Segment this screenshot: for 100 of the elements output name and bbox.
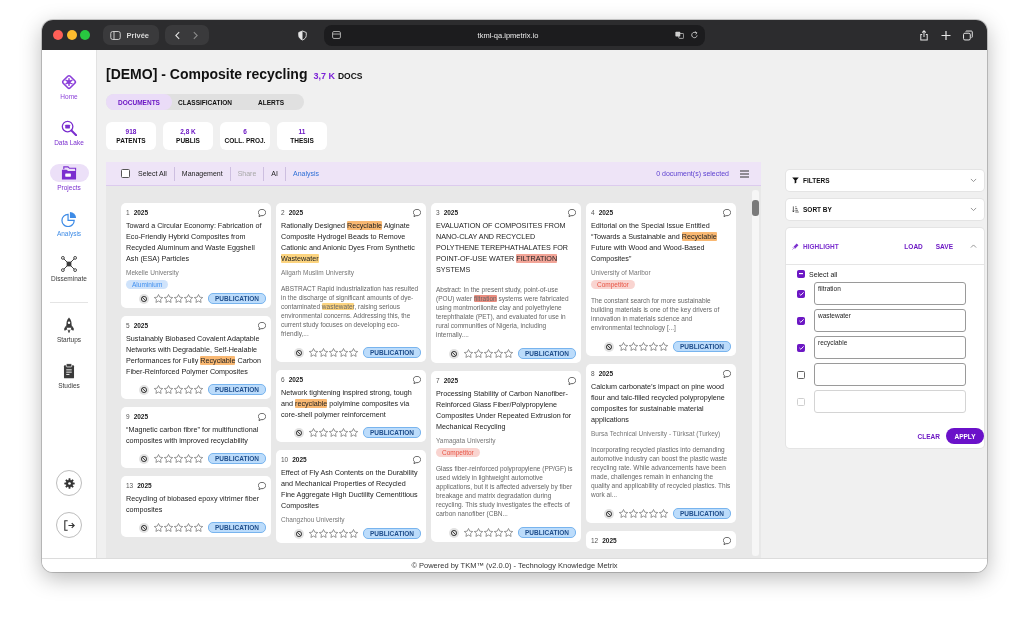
star-icon[interactable]: [184, 454, 193, 463]
star-icon[interactable]: [319, 428, 328, 437]
block-icon[interactable]: [294, 347, 304, 358]
settings-button[interactable]: [56, 470, 82, 496]
star-icon[interactable]: [349, 348, 358, 357]
star-rating[interactable]: [464, 349, 513, 358]
document-card[interactable]: [276, 203, 426, 362]
menu-icon[interactable]: [740, 169, 749, 178]
star-icon[interactable]: [309, 529, 318, 538]
star-icon[interactable]: [154, 523, 163, 532]
star-rating[interactable]: [154, 385, 203, 394]
block-icon[interactable]: [139, 293, 149, 304]
chevron-down-icon[interactable]: [970, 178, 977, 183]
comment-icon[interactable]: [258, 208, 266, 217]
star-icon[interactable]: [164, 294, 173, 303]
star-icon[interactable]: [309, 348, 318, 357]
star-icon[interactable]: [329, 348, 338, 357]
term-checkbox[interactable]: [797, 289, 805, 298]
star-icon[interactable]: [164, 454, 173, 463]
star-rating[interactable]: [619, 509, 668, 518]
document-card[interactable]: [586, 203, 736, 356]
comment-icon[interactable]: [413, 375, 421, 384]
block-icon[interactable]: [294, 427, 304, 438]
star-icon[interactable]: [329, 428, 338, 437]
star-icon[interactable]: [504, 349, 513, 358]
star-icon[interactable]: [194, 523, 203, 532]
document-card[interactable]: [431, 371, 581, 542]
star-icon[interactable]: [184, 385, 193, 394]
star-icon[interactable]: [309, 428, 318, 437]
block-icon[interactable]: [604, 341, 614, 352]
translate-icon[interactable]: [675, 31, 685, 39]
comment-icon[interactable]: [258, 321, 266, 330]
block-icon[interactable]: [604, 508, 614, 519]
star-icon[interactable]: [649, 342, 658, 351]
block-icon[interactable]: [139, 453, 149, 464]
block-icon[interactable]: [449, 348, 459, 359]
term-checkbox[interactable]: [797, 343, 805, 352]
block-icon[interactable]: [139, 384, 149, 395]
star-icon[interactable]: [154, 294, 163, 303]
star-rating[interactable]: [464, 528, 513, 537]
scrollbar-thumb[interactable]: [752, 200, 759, 216]
star-icon[interactable]: [154, 454, 163, 463]
comment-icon[interactable]: [413, 208, 421, 217]
comment-icon[interactable]: [258, 412, 266, 421]
logout-button[interactable]: [56, 512, 82, 538]
star-icon[interactable]: [319, 529, 328, 538]
term-checkbox[interactable]: [797, 316, 805, 325]
chevron-up-icon[interactable]: [970, 243, 977, 249]
star-icon[interactable]: [639, 342, 648, 351]
star-rating[interactable]: [309, 348, 358, 357]
star-icon[interactable]: [629, 342, 638, 351]
star-icon[interactable]: [494, 349, 503, 358]
comment-icon[interactable]: [413, 455, 421, 464]
comment-icon[interactable]: [723, 208, 731, 217]
star-icon[interactable]: [484, 528, 493, 537]
term-checkbox[interactable]: [797, 370, 805, 379]
star-icon[interactable]: [619, 509, 628, 518]
comment-icon[interactable]: [258, 481, 266, 490]
minimize-button[interactable]: [66, 30, 77, 40]
star-icon[interactable]: [329, 529, 338, 538]
vertical-scrollbar[interactable]: [752, 190, 759, 556]
document-card[interactable]: [586, 364, 736, 523]
star-icon[interactable]: [504, 528, 513, 537]
star-icon[interactable]: [319, 348, 328, 357]
star-icon[interactable]: [464, 349, 473, 358]
plus-icon[interactable]: [941, 29, 951, 41]
star-icon[interactable]: [649, 509, 658, 518]
star-icon[interactable]: [659, 342, 668, 351]
star-icon[interactable]: [164, 523, 173, 532]
star-icon[interactable]: [174, 523, 183, 532]
star-icon[interactable]: [494, 528, 503, 537]
block-icon[interactable]: [139, 522, 149, 533]
tabs-icon[interactable]: [963, 29, 973, 41]
star-icon[interactable]: [619, 342, 628, 351]
document-card[interactable]: [431, 203, 581, 363]
star-icon[interactable]: [174, 454, 183, 463]
star-icon[interactable]: [194, 454, 203, 463]
star-icon[interactable]: [464, 528, 473, 537]
star-icon[interactable]: [349, 529, 358, 538]
comment-icon[interactable]: [568, 376, 576, 385]
reload-icon[interactable]: [690, 31, 700, 39]
star-icon[interactable]: [484, 349, 493, 358]
comment-icon[interactable]: [568, 208, 576, 217]
star-icon[interactable]: [474, 349, 483, 358]
star-rating[interactable]: [619, 342, 668, 351]
star-icon[interactable]: [639, 509, 648, 518]
select-all-checkbox[interactable]: [121, 169, 130, 178]
star-icon[interactable]: [629, 509, 638, 518]
star-icon[interactable]: [174, 385, 183, 394]
close-button[interactable]: [53, 30, 63, 40]
star-icon[interactable]: [154, 385, 163, 394]
shield-icon[interactable]: [297, 29, 307, 41]
star-rating[interactable]: [154, 454, 203, 463]
star-icon[interactable]: [164, 385, 173, 394]
select-all-checkbox[interactable]: [797, 270, 805, 278]
comment-icon[interactable]: [723, 369, 731, 378]
comment-icon[interactable]: [723, 536, 731, 545]
maximize-button[interactable]: [80, 30, 90, 40]
share-icon[interactable]: [919, 29, 929, 41]
star-icon[interactable]: [339, 529, 348, 538]
